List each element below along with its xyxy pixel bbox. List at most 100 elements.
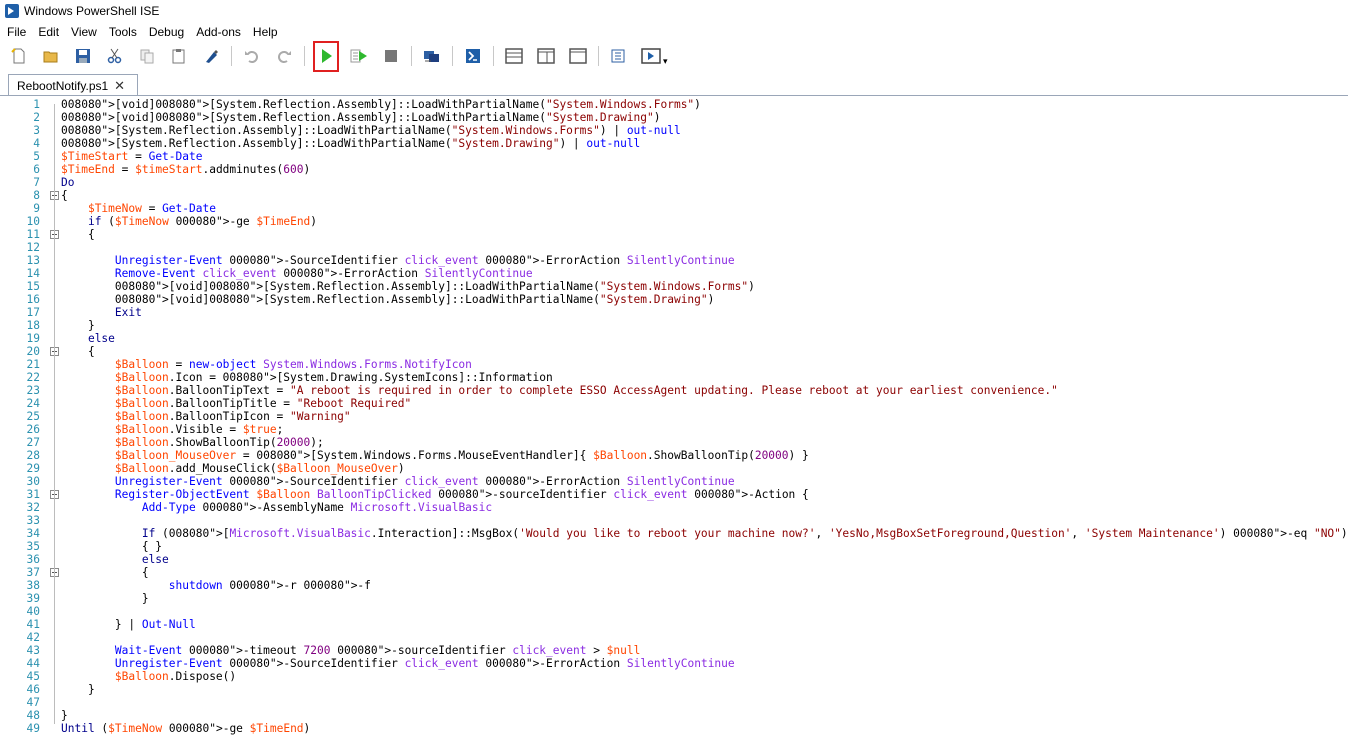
line-number: 43 <box>26 644 40 657</box>
code-line[interactable]: 17 Exit <box>0 306 1348 319</box>
code-line[interactable]: 28 $Balloon_MouseOver = 008080">[System.… <box>0 449 1348 462</box>
powershell-console-button[interactable] <box>462 45 484 67</box>
code-line[interactable]: 1 008080">[void]008080">[System.Reflectio… <box>0 98 1348 111</box>
code-text: Remove-Event click_event 000080">-ErrorA… <box>114 267 533 280</box>
code-text: $Balloon.ShowBalloonTip(20000); <box>114 436 324 449</box>
code-text: } <box>61 319 95 332</box>
save-icon <box>76 49 90 63</box>
cut-button[interactable] <box>104 45 126 67</box>
menu-debug[interactable]: Debug <box>143 25 190 39</box>
code-line[interactable]: 38 shutdown 000080">-r 000080">-f <box>0 579 1348 592</box>
code-line[interactable]: 41 } | Out-Null <box>0 618 1348 631</box>
code-text: Unregister-Event 000080">-SourceIdentifi… <box>114 254 735 267</box>
toolbar-separator <box>411 46 412 66</box>
code-line[interactable]: 29 $Balloon.add_MouseClick($Balloon_Mous… <box>0 462 1348 475</box>
show-addon-icon <box>641 48 661 64</box>
redo-button[interactable] <box>273 45 295 67</box>
code-line[interactable]: 19 else <box>0 332 1348 345</box>
code-line[interactable]: 3 008080">[System.Reflection.Assembly]::L… <box>0 124 1348 137</box>
code-line[interactable]: 20 { <box>0 345 1348 358</box>
script-tab-bar: RebootNotify.ps1 ✕ <box>0 72 1348 96</box>
code-line[interactable]: 37 { <box>0 566 1348 579</box>
code-line[interactable]: 32 Add-Type 000080">-AssemblyName Micros… <box>0 501 1348 514</box>
code-text: } <box>61 683 95 696</box>
code-line[interactable]: 18 } <box>0 319 1348 332</box>
code-line[interactable]: 42 <box>0 631 1348 644</box>
layout-max-button[interactable] <box>567 45 589 67</box>
code-line[interactable]: 8{ <box>0 189 1348 202</box>
code-line[interactable]: 22 $Balloon.Icon = 008080">[System.Drawi… <box>0 371 1348 384</box>
code-line[interactable]: 33 <box>0 514 1348 527</box>
save-button[interactable] <box>72 45 94 67</box>
script-editor[interactable]: 1 008080">[void]008080">[System.Reflectio… <box>0 96 1348 748</box>
new-remote-tab-button[interactable] <box>421 45 443 67</box>
line-number: 11 <box>26 228 40 241</box>
menu-add-ons[interactable]: Add-ons <box>190 25 247 39</box>
menu-edit[interactable]: Edit <box>32 25 65 39</box>
code-line[interactable]: 11 { <box>0 228 1348 241</box>
code-line[interactable]: 16 008080">[void]008080">[System.Reflect… <box>0 293 1348 306</box>
line-number: 40 <box>26 605 40 618</box>
code-line[interactable]: 23 $Balloon.BalloonTipText = "A reboot i… <box>0 384 1348 397</box>
code-line[interactable]: 27 $Balloon.ShowBalloonTip(20000); <box>0 436 1348 449</box>
run-selection-button[interactable] <box>348 45 370 67</box>
code-text: $TimeNow = Get-Date <box>87 202 216 215</box>
code-line[interactable]: 31 Register-ObjectEvent $Balloon Balloon… <box>0 488 1348 501</box>
code-line[interactable]: 47 <box>0 696 1348 709</box>
code-line[interactable]: 46 } <box>0 683 1348 696</box>
clear-console-button[interactable] <box>200 45 222 67</box>
code-line[interactable]: 25 $Balloon.BalloonTipIcon = "Warning" <box>0 410 1348 423</box>
code-line[interactable]: 9 $TimeNow = Get-Date <box>0 202 1348 215</box>
menu-help[interactable]: Help <box>247 25 284 39</box>
code-line[interactable]: 2 008080">[void]008080">[System.Reflectio… <box>0 111 1348 124</box>
undo-icon <box>245 51 258 63</box>
cut-icon <box>107 48 122 64</box>
code-line[interactable]: 40 <box>0 605 1348 618</box>
code-line[interactable]: 4 008080">[System.Reflection.Assembly]::L… <box>0 137 1348 150</box>
code-line[interactable]: 49 Until ($TimeNow 000080">-ge $TimeEnd) <box>0 722 1348 735</box>
code-line[interactable]: 45 $Balloon.Dispose() <box>0 670 1348 683</box>
menu-view[interactable]: View <box>65 25 103 39</box>
menu-file[interactable]: File <box>0 25 32 39</box>
code-line[interactable]: 44 Unregister-Event 000080">-SourceIdent… <box>0 657 1348 670</box>
code-text: Until ($TimeNow 000080">-ge $TimeEnd) <box>61 722 311 735</box>
menu-tools[interactable]: Tools <box>103 25 143 39</box>
code-line[interactable]: 24 $Balloon.BalloonTipTitle = "Reboot Re… <box>0 397 1348 410</box>
code-line[interactable]: 26 $Balloon.Visible = $true; <box>0 423 1348 436</box>
code-line[interactable]: 43 Wait-Event 000080">-timeout 7200 0000… <box>0 644 1348 657</box>
show-addon-tools-button[interactable] <box>640 45 662 67</box>
show-commands-button[interactable] <box>608 45 630 67</box>
code-line[interactable]: 30 Unregister-Event 000080">-SourceIdent… <box>0 475 1348 488</box>
code-line[interactable]: 15 008080">[void]008080">[System.Reflect… <box>0 280 1348 293</box>
line-number: 37 <box>26 566 40 579</box>
paste-button[interactable] <box>168 45 190 67</box>
open-button[interactable] <box>40 45 62 67</box>
line-number: 36 <box>26 553 40 566</box>
tab-rebootnotify[interactable]: RebootNotify.ps1 ✕ <box>8 74 138 96</box>
code-line[interactable]: 12 <box>0 241 1348 254</box>
close-icon[interactable]: ✕ <box>114 78 125 94</box>
code-line[interactable]: 34 If (008080">[Microsoft.VisualBasic.In… <box>0 527 1348 540</box>
layout-top-button[interactable] <box>503 45 525 67</box>
code-line[interactable]: 35 { } <box>0 540 1348 553</box>
code-line[interactable]: 39 } <box>0 592 1348 605</box>
code-line[interactable]: 5 $TimeStart = Get-Date <box>0 150 1348 163</box>
stop-button[interactable] <box>380 45 402 67</box>
code-line[interactable]: 21 $Balloon = new-object System.Windows.… <box>0 358 1348 371</box>
copy-button[interactable] <box>136 45 158 67</box>
line-number: 48 <box>26 709 40 722</box>
code-line[interactable]: 13 Unregister-Event 000080">-SourceIdent… <box>0 254 1348 267</box>
toolbar-overflow-icon[interactable]: ▾ <box>663 56 668 67</box>
new-file-button[interactable] <box>8 45 30 67</box>
code-line[interactable]: 6 $TimeEnd = $timeStart.addminutes(600) <box>0 163 1348 176</box>
code-line[interactable]: 14 Remove-Event click_event 000080">-Err… <box>0 267 1348 280</box>
code-line[interactable]: 48} <box>0 709 1348 722</box>
code-line[interactable]: 10 if ($TimeNow 000080">-ge $TimeEnd) <box>0 215 1348 228</box>
code-line[interactable]: 7 Do <box>0 176 1348 189</box>
layout-right-button[interactable] <box>535 45 557 67</box>
run-script-button[interactable] <box>313 40 339 72</box>
undo-button[interactable] <box>241 45 263 67</box>
title-bar: Windows PowerShell ISE <box>0 0 1348 22</box>
code-line[interactable]: 36 else <box>0 553 1348 566</box>
code-text: } | Out-Null <box>61 618 196 631</box>
